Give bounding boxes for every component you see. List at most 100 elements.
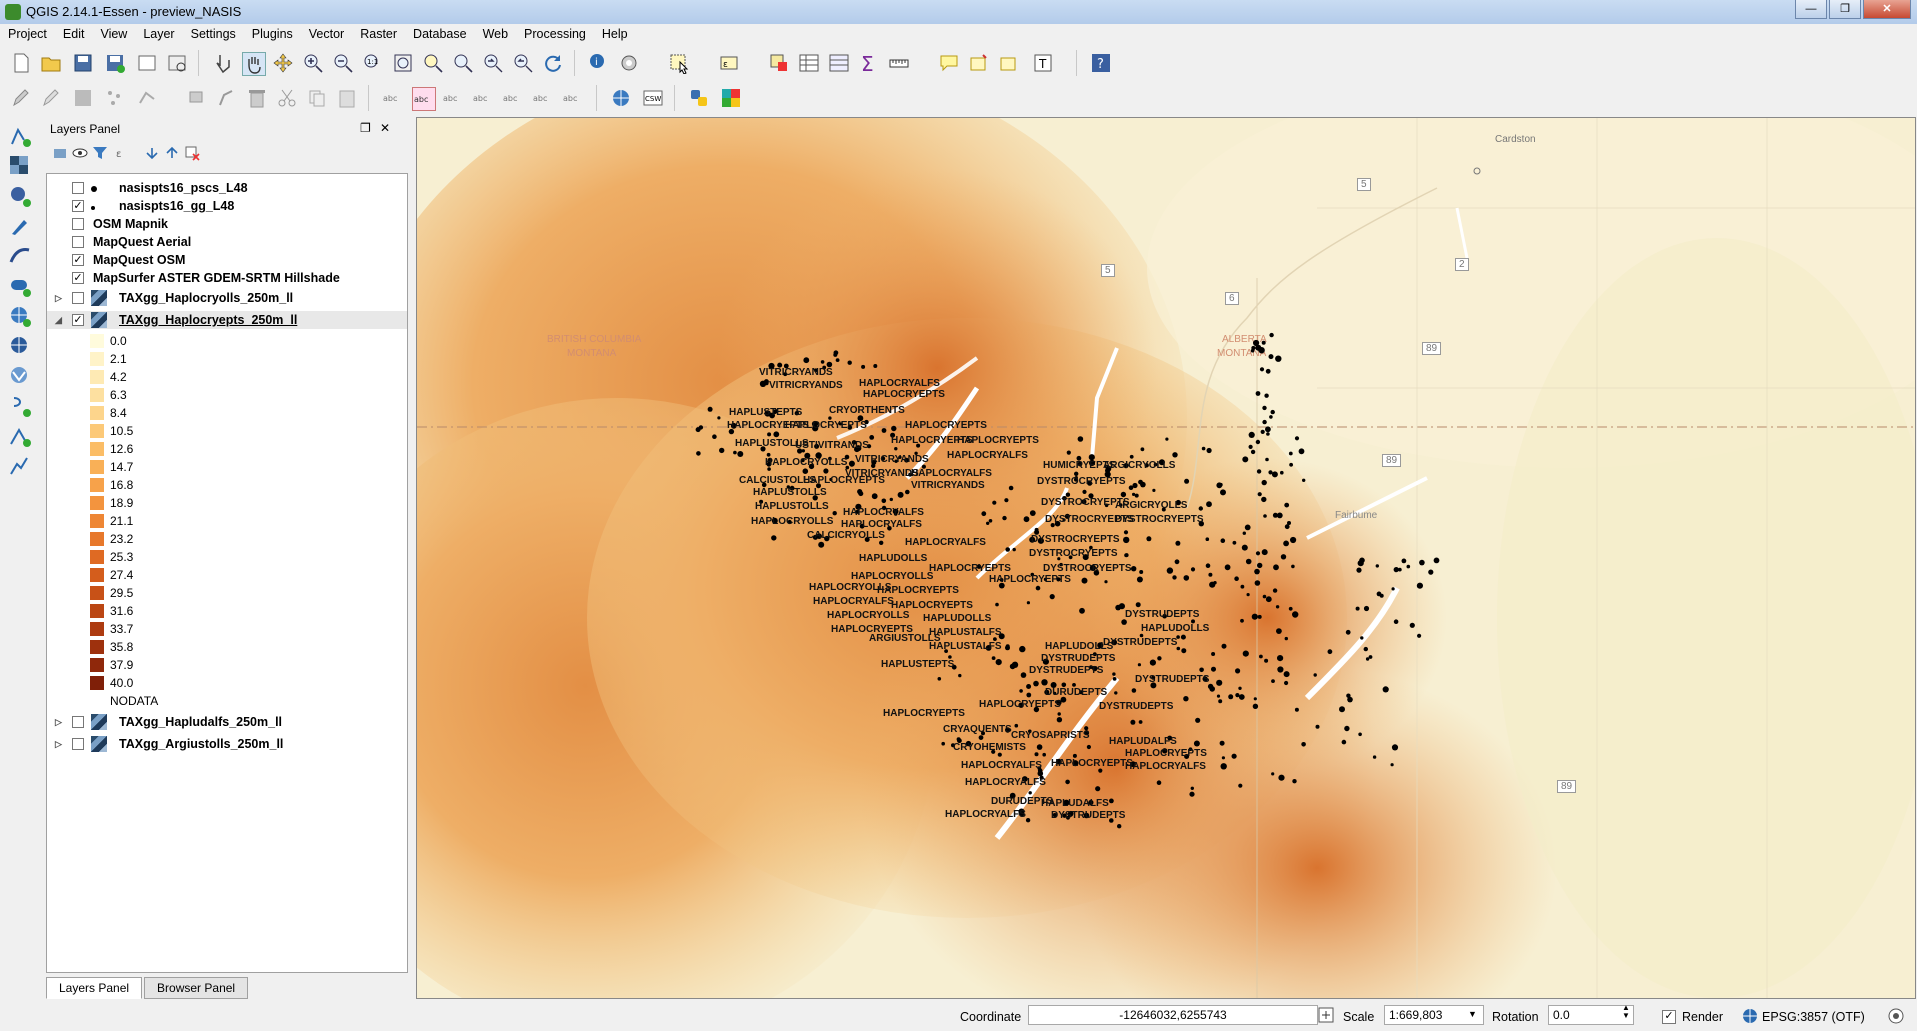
zoom-to-layer-icon[interactable]	[452, 52, 474, 74]
move-feature-icon[interactable]	[186, 87, 208, 109]
composer-manager-icon[interactable]	[166, 52, 188, 74]
menu-database[interactable]: Database	[405, 27, 475, 41]
cut-features-icon[interactable]	[276, 87, 298, 109]
add-postgis-layer-icon[interactable]	[8, 184, 32, 208]
deselect-features-icon[interactable]	[768, 52, 790, 74]
menu-project[interactable]: Project	[0, 27, 55, 41]
add-wfs-layer-icon[interactable]	[8, 364, 32, 388]
layer-row[interactable]: ✓ nasispts16_gg_L48	[47, 197, 407, 215]
new-project-icon[interactable]	[10, 52, 32, 74]
menu-plugins[interactable]: Plugins	[244, 27, 301, 41]
highlight-pinned-labels-icon[interactable]: abc	[412, 87, 436, 111]
layer-visibility-checkbox[interactable]	[72, 236, 84, 248]
crs-status[interactable]: EPSG:3857 (OTF)	[1762, 1010, 1865, 1024]
add-group-icon[interactable]	[52, 145, 68, 161]
add-wcs-layer-icon[interactable]	[8, 334, 32, 358]
menu-help[interactable]: Help	[594, 27, 636, 41]
layer-row[interactable]: ▷ TAXgg_Hapludalfs_250m_ll	[47, 713, 407, 731]
new-shapefile-icon[interactable]	[8, 424, 32, 448]
rotation-spinner-icon[interactable]: ▲ ▼	[1622, 1004, 1630, 1020]
layer-visibility-checkbox[interactable]: ✓	[72, 200, 84, 212]
move-label-icon[interactable]: abc	[502, 87, 524, 109]
show-bookmarks-icon[interactable]	[998, 52, 1020, 74]
map-canvas[interactable]: Cardston BRITISH COLUMBIA MONTANA ALBERT…	[416, 117, 1916, 999]
layer-row[interactable]: OSM Mapnik	[47, 215, 407, 233]
menu-web[interactable]: Web	[475, 27, 516, 41]
add-feature-icon[interactable]	[104, 87, 126, 109]
select-by-expression-icon[interactable]: ε	[718, 52, 740, 74]
layer-row-selected[interactable]: ◢ ✓ TAXgg_Haplocryepts_250m_ll	[47, 311, 407, 329]
add-delimited-text-icon[interactable]	[8, 394, 32, 418]
layer-visibility-checkbox[interactable]: ✓	[72, 314, 84, 326]
open-field-calculator-icon[interactable]	[828, 52, 850, 74]
add-spatialite-layer-icon[interactable]	[8, 214, 32, 238]
expand-all-icon[interactable]	[144, 145, 160, 161]
copy-features-icon[interactable]	[306, 87, 328, 109]
identify-features-icon[interactable]: i	[588, 52, 610, 74]
zoom-last-icon[interactable]	[482, 52, 504, 74]
layer-row[interactable]: nasispts16_pscs_L48	[47, 179, 407, 197]
save-project-icon[interactable]	[72, 52, 94, 74]
layer-visibility-checkbox[interactable]	[72, 218, 84, 230]
show-hide-labels-icon[interactable]: abc	[472, 87, 494, 109]
label-tool-icon[interactable]: abc	[382, 87, 404, 109]
collapse-all-icon[interactable]	[164, 145, 180, 161]
close-button[interactable]: ✕	[1863, 0, 1911, 19]
zoom-to-selection-icon[interactable]	[422, 52, 444, 74]
paste-features-icon[interactable]	[336, 87, 358, 109]
statistical-summary-icon[interactable]: Σ	[858, 52, 880, 74]
new-print-composer-icon[interactable]	[136, 52, 158, 74]
plugin-grid-icon[interactable]	[720, 87, 742, 109]
open-project-icon[interactable]	[40, 52, 62, 74]
current-edits-icon[interactable]	[10, 87, 32, 109]
expand-arrow-icon[interactable]: ▷	[55, 739, 62, 750]
expand-arrow-icon[interactable]: ▷	[55, 293, 62, 304]
crs-globe-icon[interactable]	[1742, 1008, 1758, 1024]
layer-visibility-checkbox[interactable]	[72, 292, 84, 304]
tab-layers-panel[interactable]: Layers Panel	[46, 977, 143, 999]
menu-processing[interactable]: Processing	[516, 27, 594, 41]
save-as-icon[interactable]	[104, 52, 126, 74]
menu-edit[interactable]: Edit	[55, 27, 93, 41]
add-raster-layer-icon[interactable]	[8, 154, 32, 178]
toggle-extents-icon[interactable]	[1318, 1007, 1334, 1023]
pin-labels-icon[interactable]: abc	[442, 87, 464, 109]
menu-raster[interactable]: Raster	[352, 27, 405, 41]
menu-view[interactable]: View	[92, 27, 135, 41]
menu-vector[interactable]: Vector	[301, 27, 352, 41]
layer-visibility-checkbox[interactable]: ✓	[72, 254, 84, 266]
menu-settings[interactable]: Settings	[183, 27, 244, 41]
manage-visibility-icon[interactable]	[72, 145, 88, 161]
pan-map-icon[interactable]	[242, 52, 266, 76]
remove-layer-icon[interactable]	[184, 145, 200, 161]
toggle-editing-icon[interactable]	[40, 87, 62, 109]
filter-by-expression-icon[interactable]: ε	[114, 145, 130, 161]
float-panel-icon[interactable]: ❐	[360, 121, 371, 135]
node-tool-icon[interactable]	[136, 87, 158, 109]
metasearch-icon[interactable]	[610, 87, 632, 109]
delete-selected-icon[interactable]	[246, 87, 268, 109]
maximize-button[interactable]: ❐	[1829, 0, 1861, 19]
menu-layer[interactable]: Layer	[135, 27, 182, 41]
filter-legend-icon[interactable]	[92, 145, 108, 161]
save-layer-edits-icon[interactable]	[72, 87, 94, 109]
messages-icon[interactable]	[1888, 1008, 1904, 1024]
add-wms-layer-icon[interactable]	[8, 304, 32, 328]
layer-visibility-checkbox[interactable]: ✓	[72, 272, 84, 284]
zoom-native-resolution-icon[interactable]: 1:1	[362, 52, 384, 74]
layer-row[interactable]: ✓ MapQuest OSM	[47, 251, 407, 269]
change-label-icon[interactable]: abc	[562, 87, 584, 109]
csw-icon[interactable]: CSW	[642, 87, 664, 109]
map-tips-icon[interactable]	[938, 52, 960, 74]
coordinate-field[interactable]: -12646032,6255743	[1028, 1005, 1318, 1025]
zoom-in-icon[interactable]	[302, 52, 324, 74]
add-mssql-layer-icon[interactable]	[8, 244, 32, 268]
tab-browser-panel[interactable]: Browser Panel	[144, 977, 249, 999]
measure-line-icon[interactable]	[888, 52, 910, 74]
open-attribute-table-icon[interactable]	[798, 52, 820, 74]
text-annotation-icon[interactable]: T	[1032, 52, 1054, 74]
new-bookmark-icon[interactable]	[968, 52, 990, 74]
touch-zoom-pan-icon[interactable]	[212, 52, 234, 74]
layer-visibility-checkbox[interactable]	[72, 716, 84, 728]
help-icon[interactable]: ?	[1090, 52, 1112, 74]
